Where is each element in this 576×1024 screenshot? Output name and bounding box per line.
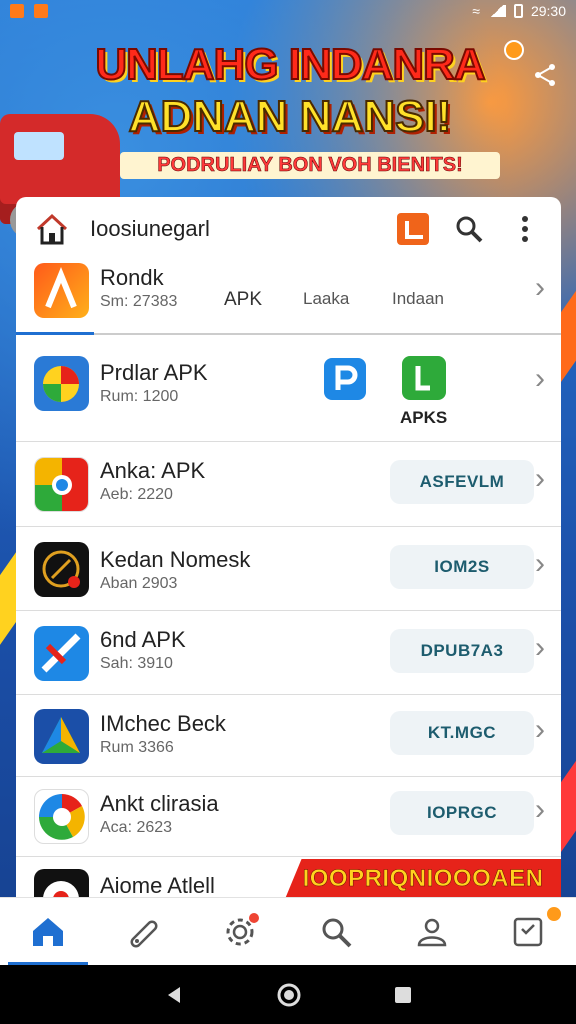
app-icon [34, 709, 89, 764]
app-meta: Rum 3366 [100, 739, 174, 756]
home-circle-icon[interactable] [276, 982, 302, 1008]
app-list-card: Ioosiunegarl Rondk Sm: 27383 APK Laaka I… [16, 197, 561, 897]
app-name: Rondk [100, 265, 164, 290]
app-action-button[interactable]: KT.MGC [390, 711, 534, 755]
promo-banner[interactable]: UNLAHG INDANRA ADNAN NANSI! PODRULIAY BO… [0, 22, 576, 238]
search-button[interactable] [449, 209, 489, 249]
app-meta: Aca: 2623 [100, 819, 173, 836]
chevron-right-icon: › [535, 271, 545, 304]
app-bar: Ioosiunegarl [16, 197, 561, 261]
banner-subtitle: PODRULIAY BON VOH BIENITS! [120, 152, 500, 179]
list-item[interactable]: Ankt clirasia Aca: 2623 IOPRGC › [16, 777, 561, 857]
share-icon[interactable] [530, 62, 560, 92]
download-manager-button[interactable] [393, 209, 433, 249]
banner-title-line1: UNLAHG INDANRA [94, 39, 486, 90]
app-name: Ankt clirasia [100, 791, 219, 816]
nav-tasks[interactable] [503, 904, 563, 957]
promo-ribbon[interactable]: IOOPRIQNIOOOAEN [285, 859, 561, 899]
chevron-right-icon: › [535, 713, 545, 746]
app-name: IMchec Beck [100, 711, 226, 736]
app-icon [34, 356, 89, 411]
tab-laaka[interactable]: Laaka [303, 289, 349, 309]
app-meta: Aeb: 2220 [100, 486, 173, 503]
profile-icon [417, 918, 447, 946]
nav-home[interactable] [8, 907, 88, 966]
apks-label: APKS [400, 408, 448, 427]
app-action-button[interactable]: DPUB7A3 [390, 629, 534, 673]
app-meta: Rum: 1200 [100, 388, 179, 405]
list-item[interactable]: Anka: APK Aeb: 2220 ASFEVLM › [16, 442, 561, 527]
notification-badge [545, 904, 563, 923]
notification-dot [249, 912, 259, 923]
chevron-right-icon: › [535, 547, 545, 580]
app-name: Kedan Nomesk [100, 547, 251, 572]
home-outline-icon[interactable] [32, 209, 72, 249]
page-title: Ioosiunegarl [90, 216, 210, 241]
back-icon[interactable] [162, 983, 186, 1007]
status-bar: ≈ 29:30 [0, 0, 576, 22]
notification-dot [504, 40, 524, 60]
notification-icon [10, 4, 24, 18]
tab-indaan[interactable]: Indaan [392, 289, 444, 309]
app-icon [34, 626, 89, 681]
battery-icon [513, 4, 523, 18]
bottom-navigation [0, 897, 576, 966]
nav-tag[interactable] [119, 907, 169, 957]
apks-app-icon[interactable] [402, 356, 446, 400]
more-menu-button[interactable] [505, 209, 545, 249]
system-navigation-bar [0, 965, 576, 1024]
notification-icon [34, 4, 48, 18]
active-tab-indicator [16, 332, 94, 335]
search-icon [322, 918, 352, 947]
chevron-right-icon: › [535, 362, 545, 395]
app-action-button[interactable]: IOPRGC [390, 791, 534, 835]
app-name: 6nd APK [100, 627, 186, 652]
more-vert-icon [522, 216, 528, 242]
app-name: Anka: APK [100, 458, 206, 483]
signal-icon [487, 5, 506, 17]
chevron-right-icon: › [535, 462, 545, 495]
chevron-right-icon: › [535, 793, 545, 826]
search-icon [456, 216, 483, 243]
status-time: 29:30 [530, 3, 566, 19]
list-item[interactable]: 6nd APK Sah: 3910 DPUB7A3 › [16, 611, 561, 695]
download-icon [397, 213, 429, 245]
list-item[interactable]: IMchec Beck Rum 3366 KT.MGC › [16, 695, 561, 777]
parking-app-icon[interactable] [324, 358, 366, 400]
app-meta: Sm: 27383 [100, 293, 178, 310]
app-icon [34, 263, 89, 318]
tasks-icon [513, 917, 543, 946]
app-icon [34, 789, 89, 844]
nav-settings[interactable] [215, 907, 265, 957]
tag-icon [130, 920, 158, 947]
wifi-icon: ≈ [472, 3, 480, 19]
list-item[interactable]: Prdlar APK Rum: 1200 APKS › [16, 340, 561, 442]
app-meta: Sah: 3910 [100, 655, 173, 672]
app-name: Aiome Atlell [100, 873, 215, 897]
app-action-button[interactable]: ASFEVLM [390, 460, 534, 504]
recents-icon[interactable] [392, 984, 414, 1006]
nav-search[interactable] [311, 907, 361, 957]
tab-apk[interactable]: APK [224, 289, 262, 311]
app-icon [34, 869, 89, 897]
banner-title-line2: ADNAN NANSI! [128, 91, 453, 142]
list-item[interactable]: Kedan Nomesk Aban 2903 IOM2S › [16, 527, 561, 611]
chevron-right-icon: › [535, 631, 545, 664]
app-name: Prdlar APK [100, 360, 208, 385]
list-item[interactable]: Rondk Sm: 27383 APK Laaka Indaan › [16, 253, 561, 335]
home-icon [33, 917, 63, 946]
app-icon [34, 542, 89, 597]
app-meta: Aban 2903 [100, 575, 178, 592]
app-action-button[interactable]: IOM2S [390, 545, 534, 589]
nav-profile[interactable] [407, 907, 457, 957]
app-icon [34, 457, 89, 512]
